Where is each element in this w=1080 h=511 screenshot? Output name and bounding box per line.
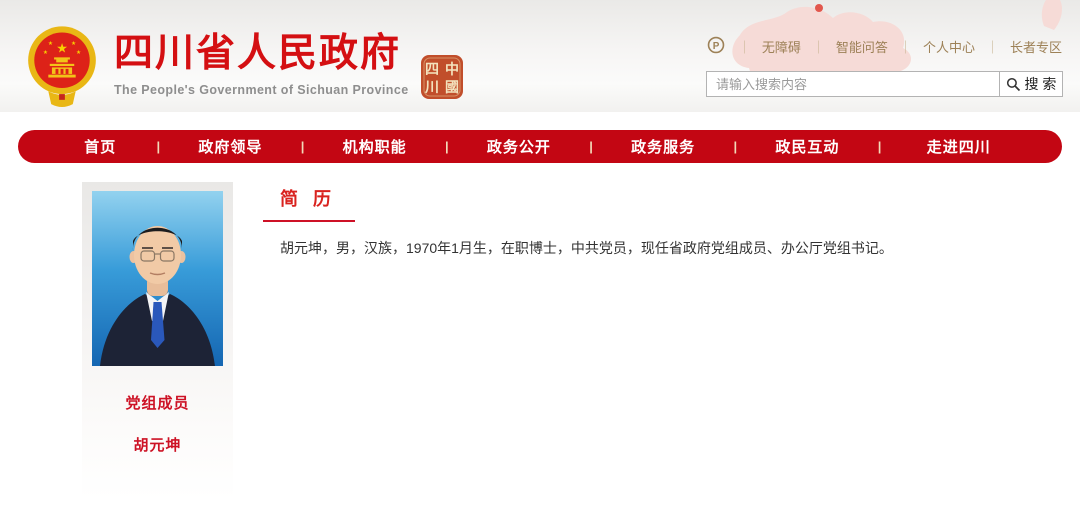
svg-text:★: ★ — [56, 40, 68, 55]
site-title-block: 四川省人民政府 The People's Government of Sichu… — [114, 33, 409, 97]
main-nav: 首页 | 政府领导 | 机构职能 | 政务公开 | 政务服务 | 政民互动 | … — [18, 130, 1062, 163]
utility-separator: ｜ — [738, 37, 751, 56]
profile-group-title: 党组成员 — [82, 392, 233, 413]
search-button[interactable]: 搜 索 — [999, 71, 1063, 97]
site-header: ★ ★ ★ ★ ★ 四川省人民政府 The People's Governmen… — [0, 0, 1080, 112]
china-national-emblem-icon: ★ ★ ★ ★ ★ — [26, 24, 98, 108]
search-input[interactable] — [706, 71, 1000, 97]
svg-text:★: ★ — [48, 40, 53, 47]
utility-link-senior-zone[interactable]: 长者专区 — [1010, 37, 1062, 56]
svg-text:★: ★ — [76, 49, 81, 56]
nav-item-institutional-functions[interactable]: 机构职能 — [304, 136, 445, 157]
resume-heading-underline — [263, 220, 355, 222]
accessibility-icon[interactable]: P — [707, 36, 725, 57]
utility-links: P ｜ 无障碍 ｜ 智能问答 ｜ 个人中心 ｜ 长者专区 — [707, 36, 1062, 56]
svg-text:★: ★ — [71, 40, 76, 47]
nav-item-discover-sichuan[interactable]: 走进四川 — [881, 136, 1036, 157]
nav-item-home[interactable]: 首页 — [44, 136, 156, 157]
official-profile-card: 党组成员 胡元坤 — [82, 182, 233, 500]
resume-bio-text: 胡元坤，男，汉族，1970年1月生，在职博士，中共党员，现任省政府党组成员、办公… — [263, 238, 1063, 260]
nav-item-public-interaction[interactable]: 政民互动 — [737, 136, 878, 157]
svg-text:P: P — [713, 40, 720, 51]
seal-char: 國 — [445, 79, 459, 95]
utility-separator: ｜ — [986, 37, 999, 56]
sichuan-china-seal-icon: 四 川 中 國 — [420, 54, 464, 100]
map-marker-dot — [815, 4, 823, 12]
utility-link-smart-qa[interactable]: 智能问答 — [836, 37, 888, 56]
resume-section: 简 历 胡元坤，男，汉族，1970年1月生，在职博士，中共党员，现任省政府党组成… — [263, 185, 1063, 260]
site-subtitle: The People's Government of Sichuan Provi… — [114, 83, 409, 97]
nav-item-government-leaders[interactable]: 政府领导 — [160, 136, 301, 157]
site-title: 四川省人民政府 — [114, 33, 409, 76]
official-portrait-photo — [92, 191, 223, 366]
search-button-label: 搜 索 — [1025, 74, 1057, 94]
map-watermark-fragment — [1040, 0, 1066, 30]
seal-char: 川 — [424, 79, 439, 95]
utility-link-accessibility[interactable]: 无障碍 — [762, 37, 801, 56]
svg-text:★: ★ — [43, 49, 48, 56]
resume-heading: 简 历 — [263, 185, 1063, 211]
nav-item-government-services[interactable]: 政务服务 — [593, 136, 734, 157]
nav-item-government-affairs-disclosure[interactable]: 政务公开 — [449, 136, 590, 157]
profile-name: 胡元坤 — [82, 434, 233, 455]
utility-separator: ｜ — [899, 37, 912, 56]
utility-link-personal-center[interactable]: 个人中心 — [923, 37, 975, 56]
seal-char: 四 — [425, 61, 439, 77]
search-bar: 搜 索 — [706, 71, 1063, 97]
search-icon — [1006, 77, 1021, 92]
utility-separator: ｜ — [812, 37, 825, 56]
seal-char: 中 — [445, 61, 459, 77]
